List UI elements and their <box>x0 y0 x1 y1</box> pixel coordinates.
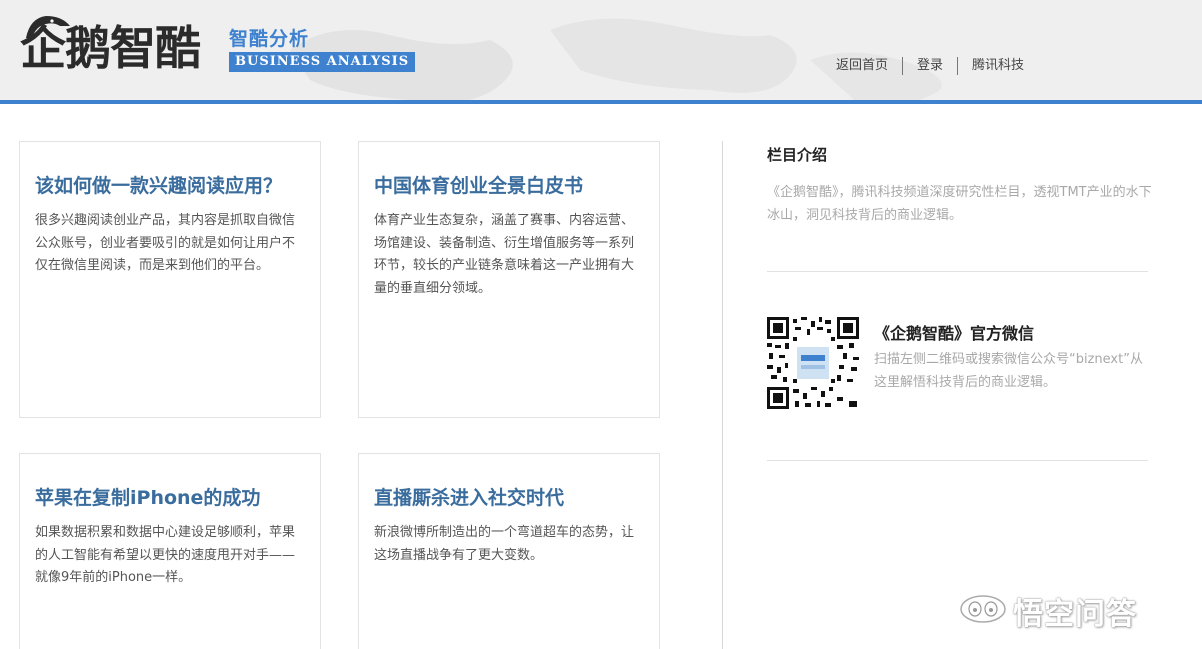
watermark-text: 悟空问答 <box>1013 597 1137 632</box>
site-logo[interactable]: 企鹅智酷 <box>18 12 228 78</box>
wechat-qr-code <box>767 317 859 409</box>
nav-home-link[interactable]: 返回首页 <box>822 56 902 76</box>
wukong-logo-icon <box>960 595 1006 623</box>
column-divider <box>722 141 723 649</box>
column-intro-title: 栏目介绍 <box>767 146 828 164</box>
nav-tencent-tech-link[interactable]: 腾讯科技 <box>958 56 1038 76</box>
article-summary: 新浪微博所制造出的一个弯道超车的态势，让这场直播战争有了更大变数。 <box>374 525 635 563</box>
article-card[interactable]: 该如何做一款兴趣阅读应用？ 很多兴趣阅读创业产品，其内容是抓取自微信公众账号，创… <box>19 141 321 418</box>
header-accent-line <box>0 100 1202 104</box>
article-summary: 如果数据积累和数据中心建设足够顺利，苹果的人工智能有希望以更快的速度甩开对手——… <box>35 525 296 585</box>
article-title[interactable]: 苹果在复制iPhone的成功 <box>35 486 305 510</box>
article-title[interactable]: 该如何做一款兴趣阅读应用？ <box>35 174 305 198</box>
sidebar-divider <box>767 271 1148 272</box>
sidebar-divider <box>767 460 1148 461</box>
article-card[interactable]: 中国体育创业全景白皮书 体育产业生态复杂，涵盖了赛事、内容运营、场馆建设、装备制… <box>358 141 660 418</box>
article-summary: 体育产业生态复杂，涵盖了赛事、内容运营、场馆建设、装备制造、衍生增值服务等一系列… <box>374 213 635 296</box>
article-summary: 很多兴趣阅读创业产品，其内容是抓取自微信公众账号，创业者要吸引的就是如何让用户不… <box>35 213 296 273</box>
nav-login-link[interactable]: 登录 <box>903 56 957 76</box>
article-card[interactable]: 直播厮杀进入社交时代 新浪微博所制造出的一个弯道超车的态势，让这场直播战争有了更… <box>358 453 660 649</box>
article-title[interactable]: 直播厮杀进入社交时代 <box>374 486 644 510</box>
article-card[interactable]: 苹果在复制iPhone的成功 如果数据积累和数据中心建设足够顺利，苹果的人工智能… <box>19 453 321 649</box>
world-map-background <box>290 18 942 101</box>
logo-subtitle-en: BUSINESS ANALYSIS <box>229 52 416 72</box>
logo-subtitle-cn: 智酷分析 <box>229 28 310 50</box>
top-nav: 返回首页 登录 腾讯科技 <box>822 56 1038 76</box>
wechat-description: 扫描左侧二维码或搜索微信公众号“biznext”从这里解悟科技背后的商业逻辑。 <box>874 352 1143 390</box>
column-intro-text: 《企鹅智酷》，腾讯科技频道深度研究性栏目，透视TMT产业的水下冰山，洞见科技背后… <box>767 185 1152 223</box>
wukong-watermark: 悟空问答 <box>958 587 1188 632</box>
wechat-title: 《企鹅智酷》官方微信 <box>874 324 1035 343</box>
page-header: 企鹅智酷 智酷分析 BUSINESS ANALYSIS 返回首页 登录 腾讯科技 <box>0 0 1202 101</box>
logo-text: 企鹅智酷 <box>20 21 201 75</box>
article-title[interactable]: 中国体育创业全景白皮书 <box>374 174 644 198</box>
